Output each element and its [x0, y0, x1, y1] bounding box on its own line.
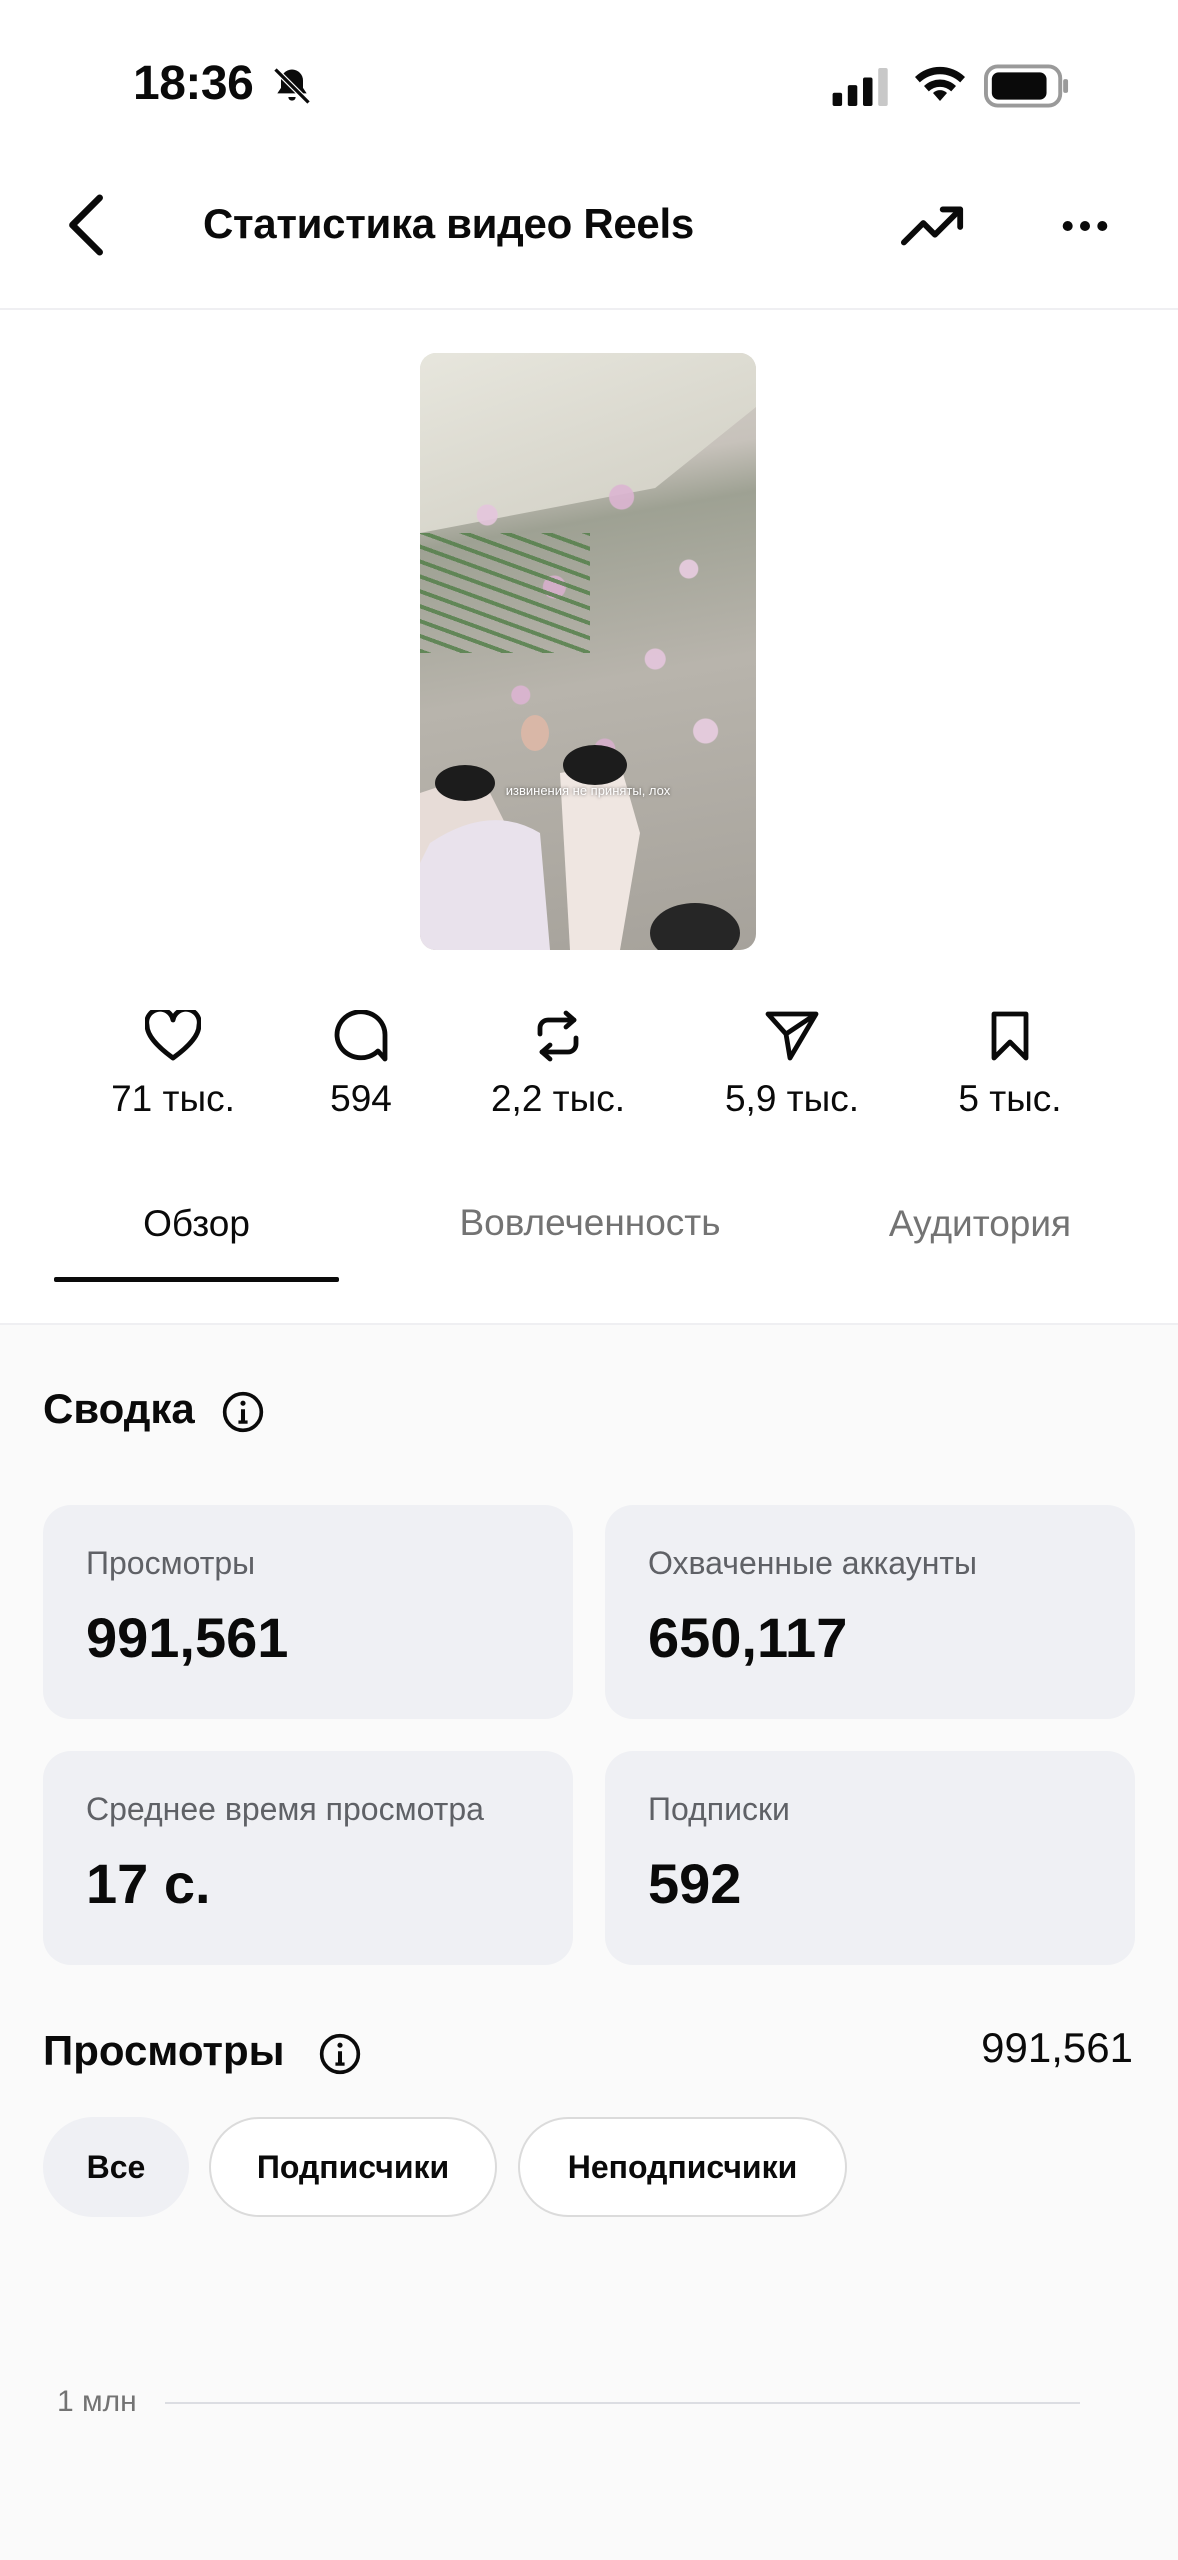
views-card-label: Просмотры [86, 1545, 256, 1581]
info-icon[interactable] [221, 1390, 265, 1434]
engagement-metrics: 71 тыс. 594 2,2 тыс. 5,9 тыс. 5 тыс. [0, 1010, 1178, 1150]
filter-followers-chip[interactable]: Подписчики [209, 2117, 497, 2217]
watch-time-card-label: Среднее время просмотра [86, 1791, 484, 1827]
bell-off-icon [273, 67, 311, 105]
signal-icon [832, 68, 888, 106]
reach-card[interactable]: Охваченные аккаунты 650,117 [605, 1505, 1135, 1719]
reposts-count: 2,2 тыс. [490, 1078, 626, 1119]
comments-metric: 594 [311, 1010, 411, 1120]
watch-time-card[interactable]: Среднее время просмотра 17 с. [43, 1751, 573, 1965]
status-bar: 18:36 [0, 0, 1178, 150]
views-section-title: Просмотры [43, 2027, 285, 2074]
saves-count: 5 тыс. [958, 1078, 1062, 1119]
active-tab-indicator [54, 1277, 339, 1282]
trending-up-icon[interactable] [900, 200, 966, 250]
likes-count: 71 тыс. [111, 1078, 235, 1119]
share-icon [765, 1011, 819, 1061]
follows-card-value: 592 [648, 1852, 742, 1915]
views-card[interactable]: Просмотры 991,561 [43, 1505, 573, 1719]
reach-card-label: Охваченные аккаунты [648, 1545, 978, 1581]
top-app-bar: Статистика видео Reels [0, 160, 1178, 310]
comment-icon [334, 1010, 388, 1062]
shares-count: 5,9 тыс. [724, 1078, 860, 1119]
views-card-value: 991,561 [86, 1606, 289, 1669]
battery-icon [984, 64, 1069, 108]
tab-audience[interactable]: Аудитория [850, 1203, 1110, 1245]
heart-icon [145, 1010, 201, 1061]
views-info-icon[interactable] [318, 2032, 362, 2076]
filter-non-followers-chip[interactable]: Неподписчики [518, 2117, 847, 2217]
chart-axis-label: 1 млн [57, 2385, 137, 2418]
saves-metric: 5 тыс. [945, 1010, 1075, 1120]
thumbnail-leaves [420, 533, 590, 653]
tab-engagement[interactable]: Вовлеченность [440, 1199, 740, 1247]
summary-title: Сводка [43, 1385, 195, 1432]
thumbnail-legs [420, 715, 740, 950]
chart-gridline [165, 2402, 1080, 2404]
bookmark-icon [991, 1011, 1029, 1061]
filter-all-chip[interactable]: Все [43, 2117, 189, 2217]
more-options-icon[interactable] [1060, 216, 1110, 236]
follows-card-label: Подписки [648, 1791, 790, 1827]
shares-metric: 5,9 тыс. [712, 1010, 872, 1120]
thumbnail-caption: извинения не приняты, лох [505, 783, 671, 798]
status-time: 18:36 [133, 57, 254, 110]
reposts-metric: 2,2 тыс. [478, 1010, 638, 1120]
reach-card-value: 650,117 [648, 1606, 848, 1669]
likes-metric: 71 тыс. [93, 1010, 253, 1120]
page-title: Статистика видео Reels [203, 200, 694, 247]
views-total: 991,561 [981, 2024, 1133, 2071]
back-arrow-icon[interactable] [60, 190, 116, 260]
watch-time-card-value: 17 с. [86, 1852, 211, 1915]
comments-count: 594 [330, 1078, 392, 1119]
tab-overview[interactable]: Обзор [54, 1203, 339, 1245]
follows-card[interactable]: Подписки 592 [605, 1751, 1135, 1965]
wifi-icon [915, 66, 965, 101]
repost-icon [537, 1010, 579, 1062]
tab-bar: Обзор Вовлеченность Аудитория [0, 1185, 1178, 1325]
reel-thumbnail[interactable]: извинения не приняты, лох [420, 353, 756, 950]
